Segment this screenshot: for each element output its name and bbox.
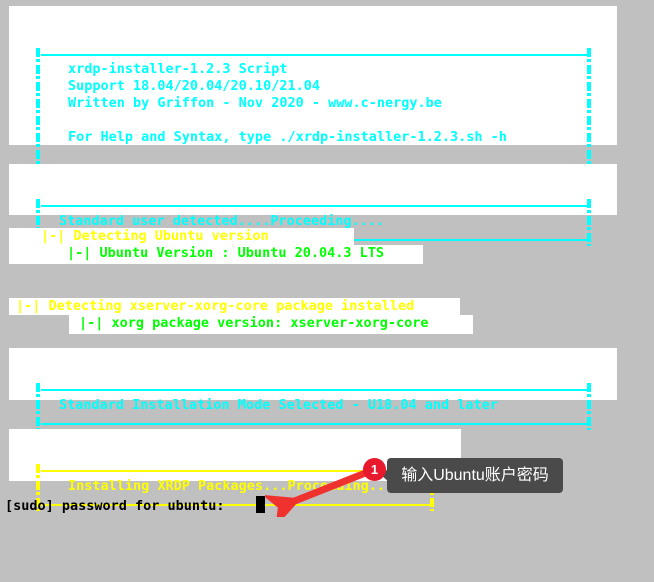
install-mode-right-border [587, 383, 591, 430]
annotation-tooltip: 输入Ubuntu账户密码 [387, 458, 563, 493]
banner-support: Support 18.04/20.04/20.10/21.04 [68, 78, 320, 94]
standard-user-box: Standard user detected....Proceeding.... [9, 164, 617, 246]
annotation-step-badge: 1 [363, 458, 386, 481]
banner-help: For Help and Syntax, type ./xrdp-install… [68, 129, 507, 145]
install-mode-message: Standard Installation Mode Selected - U1… [59, 397, 498, 413]
banner-right-border [587, 48, 591, 176]
user-box-right-border [587, 199, 591, 246]
banner-left-border [36, 48, 40, 176]
install-mode-box: Standard Installation Mode Selected - U1… [9, 348, 617, 430]
ubuntu-version-value: |-| Ubuntu Version : Ubuntu 20.04.3 LTS [67, 245, 384, 261]
detect-ubuntu-strip: |-| Detecting Ubuntu version [9, 228, 354, 245]
terminal-screen: xrdp-installer-1.2.3 Script Support 18.0… [0, 0, 654, 523]
detect-ubuntu-label: |-| Detecting Ubuntu version [41, 228, 269, 244]
banner-title: xrdp-installer-1.2.3 Script [68, 61, 288, 77]
xorg-version-strip: |-| xorg package version: xserver-xorg-c… [9, 315, 473, 334]
text-cursor[interactable] [256, 496, 265, 513]
xorg-version-value: |-| xorg package version: xserver-xorg-c… [79, 315, 429, 331]
ubuntu-version-strip: |-| Ubuntu Version : Ubuntu 20.04.3 LTS [9, 245, 423, 264]
install-mode-top-rule [41, 389, 587, 391]
xrdp-banner-box: xrdp-installer-1.2.3 Script Support 18.0… [9, 6, 617, 176]
banner-author: Written by Griffon - Nov 2020 - www.c-ne… [68, 95, 442, 111]
banner-top-rule [41, 54, 587, 56]
user-box-top-rule [41, 205, 587, 207]
detect-xorg-strip: |-| Detecting xserver-xorg-core package … [9, 298, 460, 315]
detect-xorg-label: |-| Detecting xserver-xorg-core package … [16, 298, 415, 314]
sudo-password-prompt: [sudo] password for ubuntu: [5, 498, 233, 514]
install-mode-bottom-rule [41, 423, 587, 425]
install-mode-left-border [36, 383, 40, 430]
